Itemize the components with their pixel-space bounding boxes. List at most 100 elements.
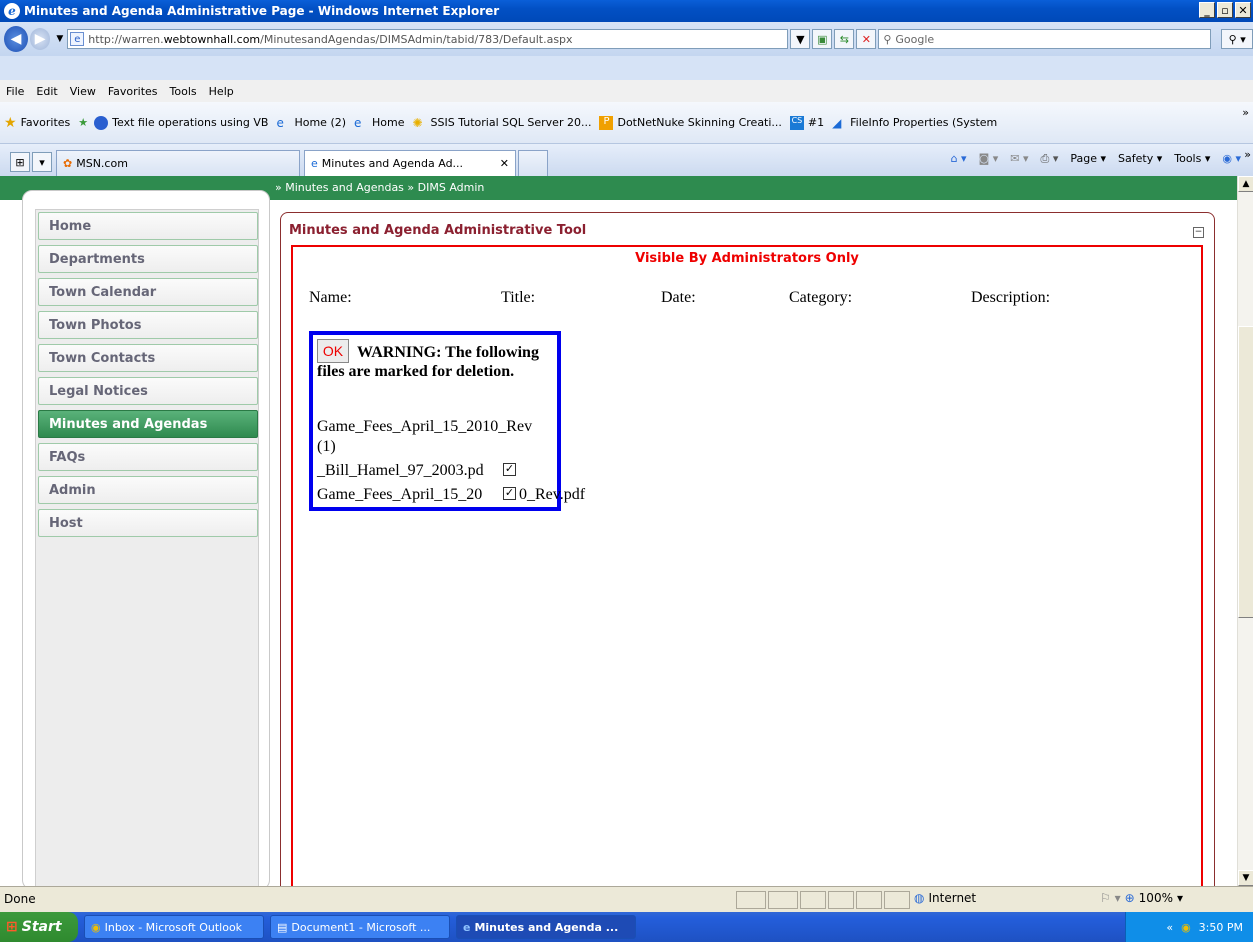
print-icon[interactable]: ⎙ ▾ [1041, 152, 1059, 166]
tools-menu[interactable]: Tools ▾ [1174, 152, 1210, 166]
nav-departments[interactable]: Departments [38, 245, 258, 273]
status-segment [856, 891, 882, 909]
nav-town-contacts[interactable]: Town Contacts [38, 344, 258, 372]
window-title: Minutes and Agenda Administrative Page -… [24, 4, 500, 18]
tray-expand-icon[interactable]: « [1166, 921, 1173, 934]
add-favorite-icon[interactable]: ★ [78, 116, 88, 129]
address-input[interactable]: e http://warren. webtownhall.com/Minutesa… [67, 29, 789, 49]
favorite-item-dotnetnuke[interactable]: P DotNetNuke Skinning Creati... [599, 115, 782, 130]
more-tools-icon[interactable]: » [1244, 148, 1251, 161]
favorite-item-home-2[interactable]: e Home (2) [276, 116, 346, 130]
star-icon: ★ [4, 114, 17, 131]
search-placeholder: Google [895, 32, 935, 46]
start-label: Start [21, 919, 62, 935]
nav-town-calendar[interactable]: Town Calendar [38, 278, 258, 306]
favorites-bar: ★ Favorites ★ Text file operations using… [0, 102, 1253, 144]
ssis-icon: ✺ [412, 115, 423, 130]
nav-host[interactable]: Host [38, 509, 258, 537]
breadcrumb[interactable]: » Minutes and Agendas » DIMS Admin [275, 181, 484, 194]
back-button[interactable]: ◀ [4, 26, 29, 52]
favorite-label: FileInfo Properties (System [850, 116, 998, 129]
favorite-item-1[interactable]: CS #1 [789, 115, 824, 130]
tab-msn[interactable]: ✿ MSN.com [56, 150, 300, 176]
url-prefix: http://warren. [88, 32, 164, 46]
menu-tools[interactable]: Tools [164, 85, 203, 98]
new-tab-button[interactable] [518, 150, 548, 176]
task-ie[interactable]: e Minutes and Agenda ... [456, 915, 636, 939]
favorite-label: Text file operations using VB [112, 116, 269, 129]
close-window-button[interactable]: ✕ [1235, 2, 1251, 18]
search-input[interactable]: ⚲ Google [878, 29, 1212, 49]
search-button[interactable]: ⚲ ▾ [1221, 29, 1253, 49]
deletion-warning-box: WARNING: The following files are marked … [309, 331, 585, 511]
menu-edit[interactable]: Edit [30, 85, 63, 98]
home-icon[interactable]: ⌂ ▾ [951, 152, 967, 166]
vertical-scrollbar[interactable]: ▲ ▼ [1237, 176, 1253, 886]
delete-checkbox[interactable]: ✓ [503, 463, 516, 476]
favorites-label: Favorites [20, 116, 71, 129]
zoom-control[interactable]: ⚐ ▾ ⊕ 100% ▾ [1100, 891, 1183, 905]
menu-bar: File Edit View Favorites Tools Help [0, 80, 1253, 102]
zone-label: Internet [928, 891, 977, 905]
tray-app-icon[interactable]: ◉ [1181, 921, 1191, 934]
quick-tabs-icon[interactable]: ⊞ [10, 152, 30, 172]
protected-mode-icon[interactable]: ⚐ ▾ [1100, 891, 1121, 905]
security-zone[interactable]: ◍ Internet [914, 891, 976, 905]
menu-view[interactable]: View [64, 85, 102, 98]
taskbar: ⊞ Start ◉ Inbox - Microsoft Outlook ▤ Do… [0, 912, 1253, 942]
outlook-icon: ◉ [91, 920, 101, 934]
status-bar: Done ◍ Internet ⚐ ▾ ⊕ 100% ▾ [0, 886, 1253, 912]
menu-favorites[interactable]: Favorites [102, 85, 164, 98]
compatibility-icon[interactable]: ▣ [812, 29, 833, 49]
collapse-icon[interactable]: − [1193, 227, 1204, 238]
menu-file[interactable]: File [0, 85, 30, 98]
more-favorites-icon[interactable]: » [1242, 106, 1249, 119]
admin-panel: Visible By Administrators Only Name: Tit… [291, 245, 1203, 886]
tab-label: Minutes and Agenda Ad... [321, 157, 464, 170]
menu-help[interactable]: Help [203, 85, 240, 98]
sidebar: Home Departments Town Calendar Town Phot… [22, 190, 270, 886]
feeds-icon[interactable]: ◙ ▾ [979, 152, 999, 166]
scroll-down-icon[interactable]: ▼ [1238, 870, 1253, 886]
nav-home[interactable]: Home [38, 212, 258, 240]
tab-list-icon[interactable]: ▾ [32, 152, 52, 172]
favorites-button[interactable]: ★ Favorites [4, 115, 70, 131]
favorite-item-home[interactable]: e Home [354, 116, 404, 130]
favorite-item-text-file[interactable]: Text file operations using VB [94, 115, 269, 130]
page-icon: e [70, 32, 85, 46]
mail-icon[interactable]: ✉ ▾ [1010, 152, 1028, 166]
address-dropdown-icon[interactable]: ▼ [790, 29, 811, 49]
favorite-item-ssis[interactable]: ✺ SSIS Tutorial SQL Server 20... [413, 116, 592, 130]
nav-legal-notices[interactable]: Legal Notices [38, 377, 258, 405]
forward-button[interactable]: ▶ [30, 28, 51, 50]
column-description: Description: [971, 289, 1051, 306]
delete-checkbox[interactable]: ✓ [503, 487, 516, 500]
zoom-icon: ⊕ [1124, 891, 1135, 905]
ok-button[interactable]: OK [317, 339, 349, 363]
ie-task-icon: e [463, 920, 471, 934]
stop-icon[interactable]: ✕ [856, 29, 877, 49]
scroll-thumb[interactable] [1238, 326, 1253, 618]
nav-minutes-and-agendas[interactable]: Minutes and Agendas [38, 410, 258, 438]
refresh-icon[interactable]: ⇆ [834, 29, 855, 49]
favorite-item-fileinfo[interactable]: ◢ FileInfo Properties (System [832, 116, 997, 130]
sidebar-menu: Home Departments Town Calendar Town Phot… [35, 209, 259, 886]
zoom-dropdown-icon[interactable]: ▾ [1177, 891, 1183, 905]
maximize-button[interactable]: ▫ [1217, 2, 1233, 18]
page-menu[interactable]: Page ▾ [1070, 152, 1106, 166]
nav-admin[interactable]: Admin [38, 476, 258, 504]
scroll-up-icon[interactable]: ▲ [1238, 176, 1253, 192]
task-outlook[interactable]: ◉ Inbox - Microsoft Outlook [84, 915, 264, 939]
task-word[interactable]: ▤ Document1 - Microsoft ... [270, 915, 450, 939]
favorite-label: Home (2) [294, 116, 347, 129]
close-tab-icon[interactable]: ✕ [500, 157, 509, 170]
safety-menu[interactable]: Safety ▾ [1118, 152, 1162, 166]
history-dropdown-icon[interactable]: ▼ [56, 34, 63, 44]
minimize-button[interactable]: _ [1199, 2, 1215, 18]
help-icon[interactable]: ◉ ▾ [1222, 152, 1241, 166]
nav-faqs[interactable]: FAQs [38, 443, 258, 471]
task-label: Inbox - Microsoft Outlook [104, 920, 243, 934]
start-button[interactable]: ⊞ Start [0, 912, 78, 942]
tab-minutes-agenda[interactable]: e Minutes and Agenda Ad... ✕ [304, 150, 516, 176]
nav-town-photos[interactable]: Town Photos [38, 311, 258, 339]
